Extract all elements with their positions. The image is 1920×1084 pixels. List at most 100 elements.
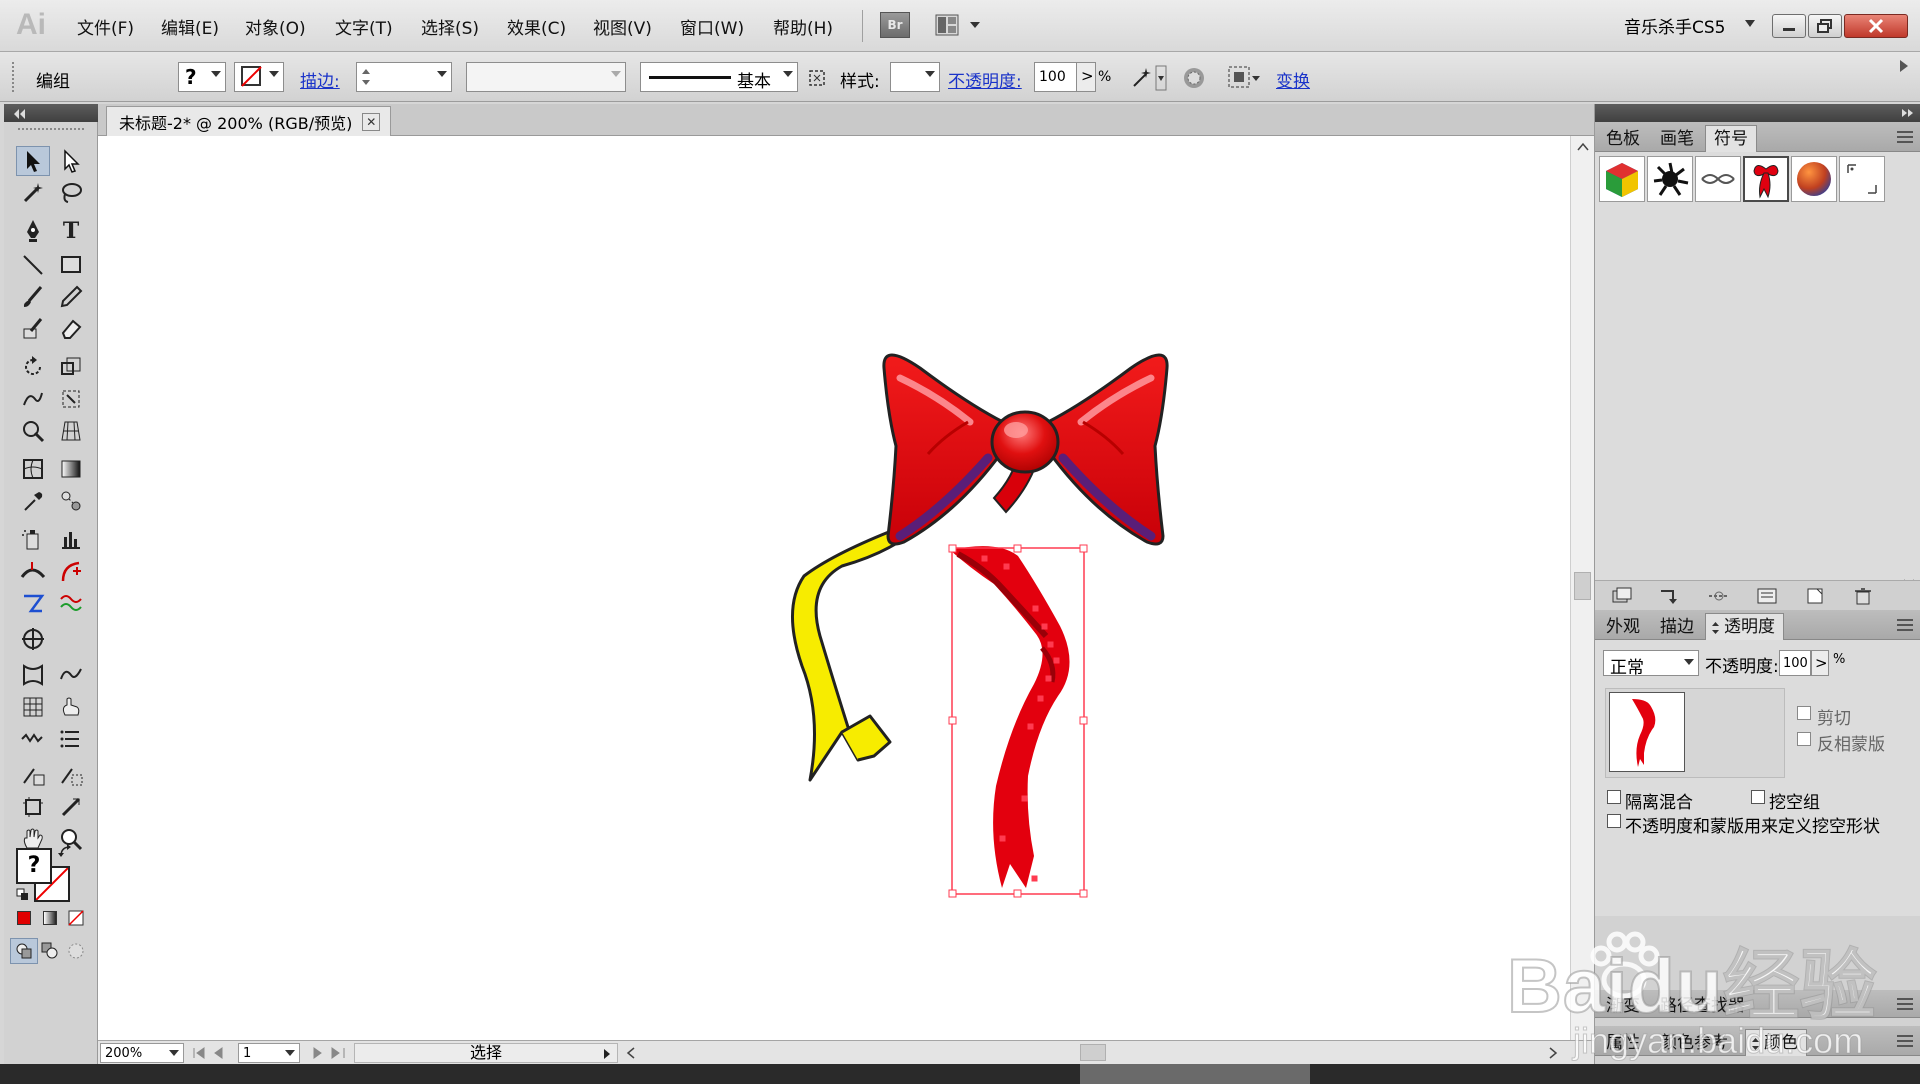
rotate-tool[interactable] [16,352,50,382]
menu-type[interactable]: 文字(T) [335,14,393,39]
tab-transparency[interactable]: 透明度 [1705,613,1784,640]
red-bow[interactable] [882,353,1169,546]
smooth-tool[interactable] [54,588,88,618]
envelope-distort-tool[interactable] [16,660,50,690]
opacity-arrow-button[interactable]: > [1811,650,1829,676]
tab-attributes[interactable]: 属性 [1597,1029,1649,1056]
live-paint-selection-tool[interactable] [54,760,88,790]
transform-panel-link[interactable]: 变换 [1276,67,1310,92]
panel-menu-icon[interactable] [1897,1035,1913,1047]
blob-brush-tool[interactable] [16,314,50,344]
clip-checkbox[interactable] [1797,706,1811,720]
rectangle-tool[interactable] [54,250,88,280]
tab-stroke[interactable]: 描边 [1651,613,1703,640]
grip-handle[interactable] [18,128,84,132]
shape-builder-tool[interactable] [16,416,50,446]
next-last-artboard-icons[interactable] [308,1046,352,1060]
new-symbol-icon[interactable] [1803,587,1827,605]
tab-pathfinder[interactable]: 路径查找器 [1651,992,1754,1019]
scroll-left-icon[interactable] [626,1047,636,1059]
workspace-name[interactable]: 音乐杀手CS5 [1624,13,1725,38]
opacity-field[interactable]: 100 [1779,650,1811,676]
tab-symbols[interactable]: 符号 [1705,125,1757,152]
selection-tool[interactable] [16,146,50,176]
fill-swatch-dropdown[interactable]: ? [178,62,226,92]
red-ribbon-tail[interactable] [950,546,1070,888]
isolate-blend-checkbox[interactable] [1607,790,1621,804]
gradient-tool[interactable] [54,454,88,484]
scroll-right-icon[interactable] [1548,1047,1558,1059]
bridge-button[interactable]: Br [880,12,910,38]
pencil-tool[interactable] [54,282,88,312]
swap-arrows-icon[interactable] [58,844,74,860]
stroke-panel-link[interactable]: 描边: [300,67,340,92]
place-symbol-icon[interactable] [1659,587,1683,605]
pen-tool[interactable] [16,216,50,246]
chevron-up-icon[interactable] [1577,142,1589,152]
width-tool[interactable] [16,556,50,586]
tab-swatches[interactable]: 色板 [1597,125,1649,152]
tab-color[interactable]: 颜色 [1745,1029,1807,1056]
free-transform-tool[interactable] [54,384,88,414]
anchor-convert-tool[interactable] [16,588,50,618]
object-thumbnail[interactable] [1609,692,1685,772]
live-paint-bucket-tool[interactable] [16,760,50,790]
mesh-tool[interactable] [16,454,50,484]
symbol-ribbon[interactable] [1743,156,1789,202]
symbol-cube[interactable] [1599,156,1645,202]
symbol-options-icon[interactable] [1755,587,1779,605]
tab-appearance[interactable]: 外观 [1597,613,1649,640]
eraser-tool[interactable] [54,314,88,344]
draw-inside-button[interactable] [62,938,90,964]
menu-object[interactable]: 对象(O) [245,14,306,39]
control-bar-menu-icon[interactable] [1898,58,1908,96]
tab-brushes[interactable]: 画笔 [1651,125,1703,152]
artboard-canvas[interactable] [98,136,1570,1040]
opacity-arrow-button[interactable]: > [1076,62,1096,92]
tab-gradient[interactable]: 渐变 [1597,992,1649,1019]
color-mode-button[interactable] [10,906,38,930]
slice-tool[interactable] [54,792,88,822]
wave-path-tool[interactable] [54,660,88,690]
fill-color-indicator[interactable]: ? [16,848,52,884]
symbol-sprayer-tool[interactable] [16,524,50,554]
blend-mode-dropdown[interactable]: 正常 [1603,650,1699,678]
zoom-dropdown[interactable]: 200% [100,1043,184,1063]
grip-handle[interactable] [12,62,16,92]
scissors-tool[interactable] [16,724,50,754]
scroll-thumb[interactable] [1574,572,1591,600]
recolor-artwork-icon[interactable] [1128,64,1168,92]
mesh-grid-tool[interactable] [16,692,50,722]
vertical-scrollbar[interactable] [1570,136,1594,1040]
slice-select-tool[interactable] [54,692,88,722]
chevron-down-icon[interactable] [1744,19,1756,29]
direct-selection-tool[interactable] [54,146,88,176]
warp-tool[interactable] [16,384,50,414]
blend-tool[interactable] [54,486,88,516]
dock-header[interactable] [1595,104,1920,122]
opacity-mask-checkbox[interactable] [1607,814,1621,828]
trash-icon[interactable] [1851,587,1875,605]
list-tool[interactable] [54,724,88,754]
type-tool[interactable]: T [54,216,88,246]
draw-behind-button[interactable] [36,938,64,964]
menu-effect[interactable]: 效果(C) [507,14,566,39]
draw-normal-button[interactable] [10,938,38,964]
break-link-icon[interactable] [1707,587,1731,605]
opacity-input[interactable]: 100 [1034,62,1078,92]
symbol-sphere[interactable] [1791,156,1837,202]
close-window-button[interactable] [1844,14,1908,38]
gradient-mode-button[interactable] [36,906,64,930]
status-mode-menu[interactable]: 选择 [354,1043,618,1063]
symbol-ornament[interactable] [1695,156,1741,202]
line-segment-tool[interactable] [16,250,50,280]
menu-view[interactable]: 视图(V) [593,14,652,39]
crosshair-tool[interactable] [16,624,50,654]
tools-panel-header[interactable] [4,104,98,122]
artboard-tool[interactable] [16,792,50,822]
invert-mask-checkbox[interactable] [1797,732,1811,746]
menu-select[interactable]: 选择(S) [421,14,479,39]
default-colors-icon[interactable] [16,888,30,902]
tab-color-guide[interactable]: 颜色参考 [1651,1029,1737,1056]
none-mode-button[interactable] [62,906,90,930]
